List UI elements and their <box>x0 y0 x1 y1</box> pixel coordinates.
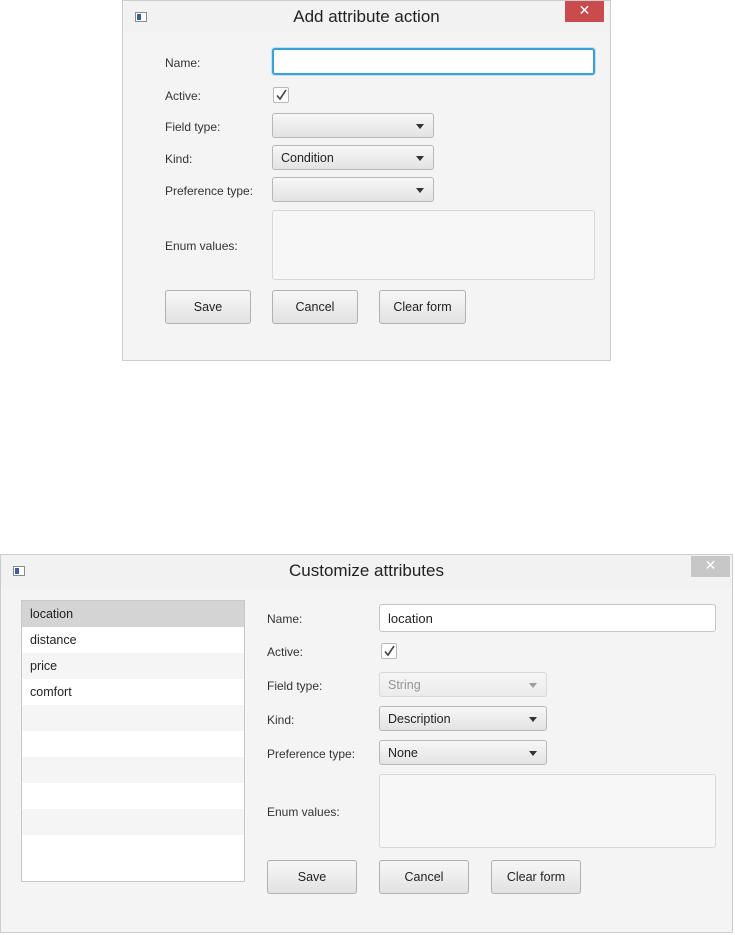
list-item[interactable]: price <box>22 653 244 679</box>
field-type-select[interactable] <box>272 113 434 138</box>
enum-values-textarea[interactable] <box>379 774 716 848</box>
active-label: Active: <box>165 89 202 103</box>
preference-type-label: Preference type: <box>267 747 356 761</box>
preference-type-select[interactable] <box>272 177 434 202</box>
kind-label: Kind: <box>267 713 295 727</box>
kind-label: Kind: <box>165 152 193 166</box>
name-label: Name: <box>267 612 303 626</box>
save-button[interactable]: Save <box>267 860 357 894</box>
close-icon: ✕ <box>704 558 717 574</box>
field-type-value: String <box>388 677 421 692</box>
active-checkbox[interactable] <box>273 87 289 103</box>
attribute-list[interactable]: location distance price comfort <box>21 600 245 882</box>
chevron-down-icon <box>416 156 424 161</box>
close-button[interactable]: ✕ <box>691 556 730 577</box>
field-type-label: Field type: <box>165 120 221 134</box>
list-empty-row <box>22 731 244 757</box>
list-item[interactable]: location <box>22 601 244 627</box>
kind-select[interactable]: Description <box>379 706 547 731</box>
chevron-down-icon <box>416 124 424 129</box>
kind-select[interactable]: Condition <box>272 145 434 170</box>
save-button[interactable]: Save <box>165 290 251 324</box>
active-checkbox[interactable] <box>381 643 397 659</box>
list-empty-row <box>22 705 244 731</box>
list-item[interactable]: comfort <box>22 679 244 705</box>
close-button[interactable]: ✕ <box>565 1 604 22</box>
list-empty-row <box>22 757 244 783</box>
close-icon: ✕ <box>578 3 591 19</box>
cancel-button[interactable]: Cancel <box>379 860 469 894</box>
checkmark-icon <box>276 89 287 101</box>
customize-attributes-dialog: Customize attributes ✕ location distance… <box>0 554 733 933</box>
kind-value: Description <box>388 711 451 726</box>
list-empty-row <box>22 783 244 809</box>
title-bar[interactable]: Customize attributes ✕ <box>1 555 732 587</box>
preference-type-select[interactable]: None <box>379 740 547 765</box>
enum-values-label: Enum values: <box>267 805 340 819</box>
preference-type-value: None <box>388 745 418 760</box>
preference-type-label: Preference type: <box>165 184 254 198</box>
chevron-down-icon <box>529 717 537 722</box>
add-attribute-dialog: Add attribute action ✕ Name: Active: Fie… <box>122 0 611 361</box>
field-type-label: Field type: <box>267 679 323 693</box>
kind-value: Condition <box>281 150 334 165</box>
enum-values-textarea[interactable] <box>272 210 595 280</box>
cancel-button[interactable]: Cancel <box>272 290 358 324</box>
dialog-title: Customize attributes <box>289 561 444 580</box>
title-bar[interactable]: Add attribute action ✕ <box>123 1 610 33</box>
dialog-title: Add attribute action <box>293 7 440 26</box>
chevron-down-icon <box>529 683 537 688</box>
name-input[interactable] <box>272 48 595 75</box>
active-label: Active: <box>267 645 304 659</box>
list-empty-row <box>22 809 244 835</box>
chevron-down-icon <box>416 188 424 193</box>
clear-form-button[interactable]: Clear form <box>379 290 466 324</box>
name-input[interactable]: location <box>379 604 716 632</box>
list-empty-row <box>22 835 244 861</box>
name-label: Name: <box>165 56 201 70</box>
enum-values-label: Enum values: <box>165 239 238 253</box>
checkmark-icon <box>384 645 395 657</box>
list-item[interactable]: distance <box>22 627 244 653</box>
clear-form-button[interactable]: Clear form <box>491 860 581 894</box>
field-type-select[interactable]: String <box>379 672 547 697</box>
chevron-down-icon <box>529 751 537 756</box>
